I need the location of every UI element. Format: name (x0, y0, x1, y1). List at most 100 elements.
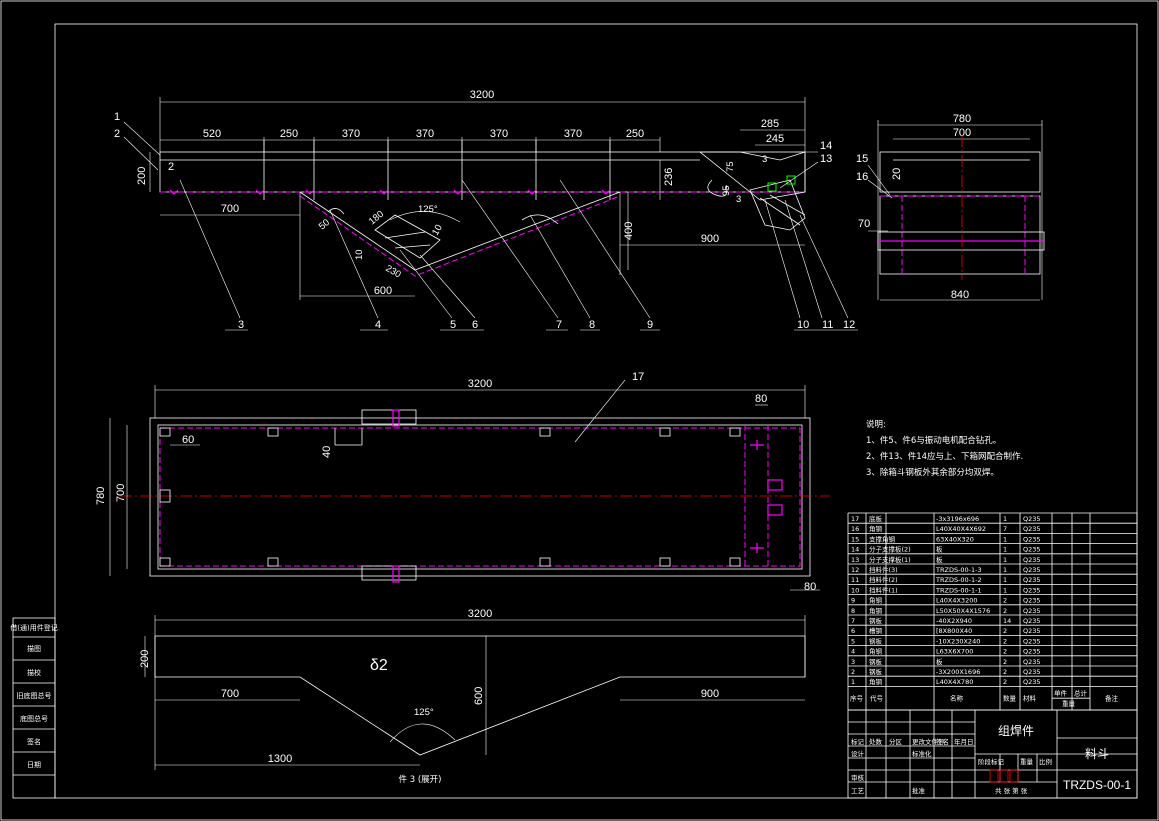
tb-misc: 比例 (1039, 757, 1052, 766)
dim-600-part3: 600 (473, 687, 485, 705)
bom-qty: 1 (1003, 576, 1007, 584)
bom-material: Q235 (1023, 576, 1041, 584)
strip-label: 日期 (27, 761, 41, 769)
bom-qty: 2 (1003, 627, 1007, 635)
bom-name: 支撑角钢 (869, 534, 896, 543)
callout-4: 4 (375, 319, 381, 331)
bom-qty: 7 (1003, 525, 1007, 533)
bom-material: Q235 (1023, 597, 1041, 605)
dim-3200-front: 3200 (470, 89, 494, 101)
bom-no: 10 (851, 586, 859, 594)
bom-head: 单件 (1054, 688, 1068, 697)
callout-5: 5 (450, 319, 456, 331)
bom-material: Q235 (1023, 648, 1041, 656)
callout-10: 10 (797, 319, 809, 331)
dim-seg: 370 (490, 128, 508, 140)
bom-qty: 2 (1003, 668, 1007, 676)
drawing-number: TRZDS-00-1 (1063, 778, 1131, 792)
part3-caption: 件 3 (展开) (399, 774, 442, 785)
dim-seg: 250 (280, 128, 298, 140)
tb-left-label: 设计 (851, 749, 865, 758)
bom-head: 材料 (1023, 693, 1037, 702)
bom-spec: TRZDS-00-1-2 (935, 576, 982, 584)
dim-840: 840 (951, 289, 969, 301)
dim-3b: 3 (736, 194, 741, 205)
bom-spec: -3x3196x696 (936, 515, 979, 523)
bom-qty: 1 (1003, 546, 1007, 554)
dim-700-front: 700 (221, 203, 239, 215)
bom-material: Q235 (1023, 535, 1041, 543)
bom-name: 底板 (869, 514, 883, 523)
left-strip: 借(通)用件登记 描图 描校 旧底图总号 底图总号 签名 日期 (10, 617, 58, 799)
bom-name: 钢板 (869, 657, 883, 666)
drawing-name: 组焊件 (998, 723, 1034, 738)
dim-180: 180 (367, 209, 386, 228)
bom-material: Q235 (1023, 627, 1041, 635)
dim-2-front: 2 (168, 161, 174, 173)
bom-no: 11 (851, 576, 859, 584)
plan-view: 3200 60 40 80 80 780 700 17 (95, 371, 830, 593)
bom-qty: 2 (1003, 648, 1007, 656)
bom-no: 12 (851, 566, 859, 574)
bom-name: 挡料件(2) (869, 575, 898, 584)
bom-no: 17 (851, 515, 859, 523)
bom-head: 序号 (850, 693, 864, 702)
bom-no: 2 (851, 668, 855, 676)
dim-780-plan: 780 (95, 487, 107, 505)
dim-seg: 250 (626, 128, 644, 140)
callout-14: 14 (820, 140, 832, 152)
bom-name: 角钢 (869, 524, 883, 533)
bom-spec: TRZDS-00-1-1 (935, 586, 982, 594)
callout-1: 1 (114, 111, 120, 123)
dim-200-part3: 200 (139, 650, 151, 668)
bom-spec: TRZDS-00-1-3 (935, 566, 982, 574)
dim-125-front: 125° (418, 204, 438, 215)
bom-head: 数量 (1003, 693, 1017, 702)
dim-400-front: 400 (623, 222, 635, 240)
bom-qty: 2 (1003, 637, 1007, 645)
dim-125-part3: 125° (414, 707, 434, 718)
bom-material: Q235 (1023, 637, 1041, 645)
bom-spec: -40X2X940 (936, 617, 972, 625)
callout-3: 3 (238, 319, 244, 331)
dim-600-front: 600 (374, 285, 392, 297)
tb-row-label: 处数 (869, 737, 883, 746)
bom-spec: L40X4X780 (936, 678, 973, 686)
bom-name: 分子支撑板(2) (869, 545, 911, 554)
bom-head: 代号 (870, 693, 884, 702)
dim-seg: 520 (203, 128, 221, 140)
bom-no: 7 (851, 617, 855, 625)
tb-row-label: 标记 (851, 737, 865, 746)
tb-misc: 共 张 第 张 (995, 786, 1028, 795)
callout-7: 7 (556, 319, 562, 331)
bom-material: Q235 (1023, 668, 1041, 676)
bom-name: 角钢 (869, 606, 883, 615)
bom-spec: -3X200X1696 (936, 668, 980, 676)
bom-head: 备注 (1105, 693, 1119, 702)
callout-9: 9 (647, 319, 653, 331)
bom-name: 挡料件(1) (869, 585, 898, 594)
strip-label: 签名 (27, 737, 41, 746)
dim-780-side: 780 (953, 113, 971, 125)
dim-236: 236 (663, 168, 675, 186)
dim-20-side: 20 (891, 168, 903, 180)
strip-label: 旧底图总号 (17, 691, 52, 700)
dim-70-side: 70 (858, 218, 870, 230)
bom-no: 15 (851, 535, 859, 543)
dim-seg: 370 (416, 128, 434, 140)
callout-13: 13 (820, 153, 832, 165)
callout-8: 8 (589, 319, 595, 331)
dim-3200-plan: 3200 (468, 378, 492, 390)
dim-700-part3: 700 (221, 688, 239, 700)
callout-11: 11 (822, 319, 833, 331)
dim-285: 285 (761, 118, 779, 130)
bom-spec: L40X4X3200 (936, 597, 977, 605)
dim-245: 245 (766, 133, 784, 145)
bom-qty: 1 (1003, 586, 1007, 594)
callout-2: 2 (114, 128, 120, 140)
bom-spec: L63X6X700 (936, 648, 973, 656)
bom-no: 4 (851, 648, 855, 656)
dim-10: 10 (354, 249, 365, 260)
bom-name: 分子支撑板(1) (869, 555, 911, 564)
outer-border (0, 0, 1159, 821)
